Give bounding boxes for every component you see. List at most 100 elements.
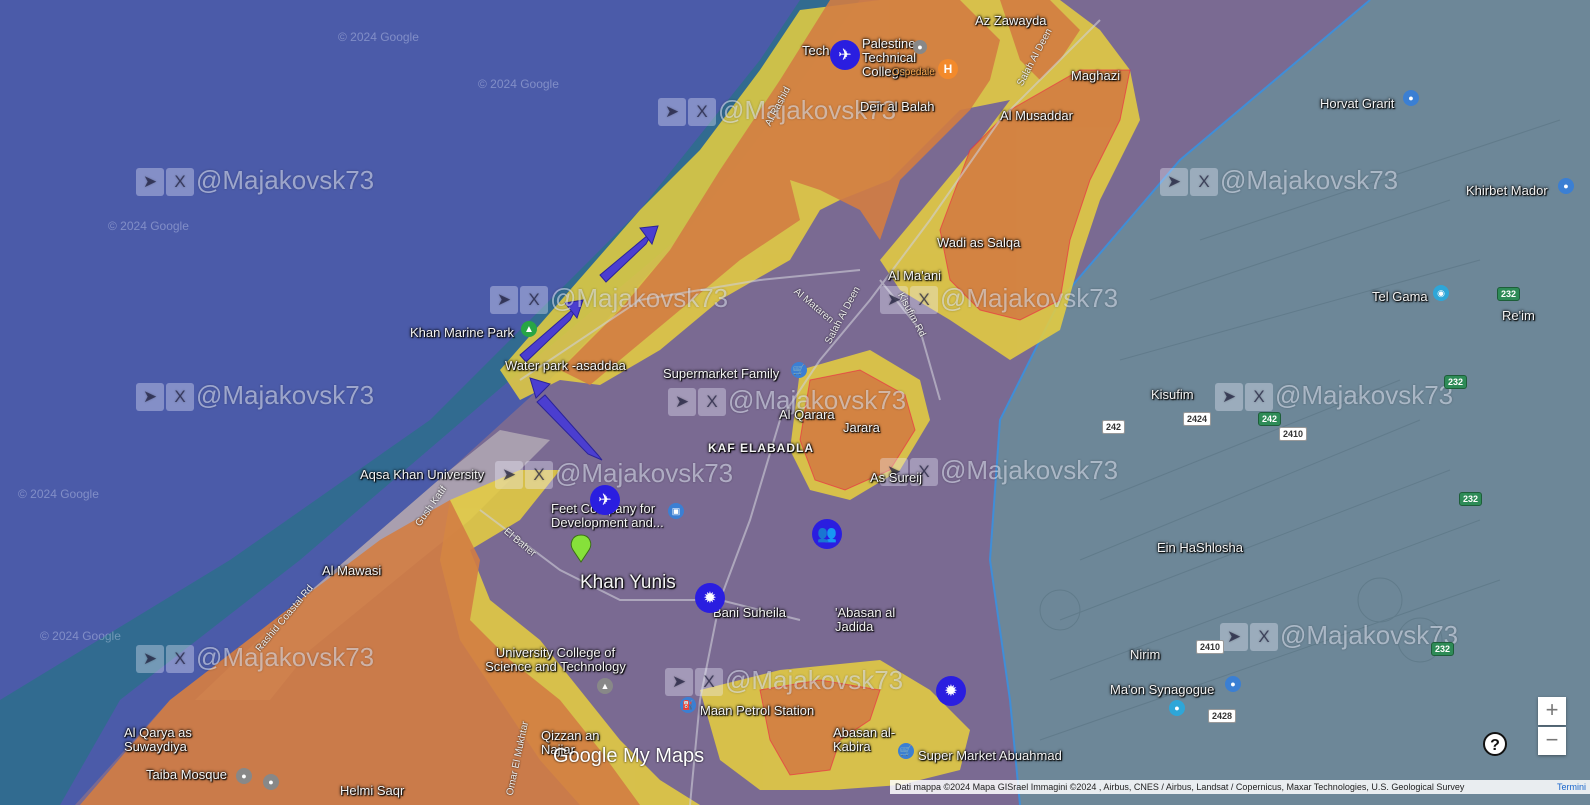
- place-label: Horvat Grarit: [1320, 96, 1395, 111]
- place-label: Al Mawasi: [322, 563, 382, 578]
- place-label: Super Market Abuahmad: [918, 748, 1062, 763]
- place-label: Al Qarya as Suwaydiya: [124, 726, 204, 754]
- place-label: Ospedale: [892, 67, 935, 78]
- drone-icon[interactable]: ✈: [590, 485, 620, 515]
- place-label: Maghazi: [1071, 68, 1121, 83]
- watermark-handle: @Majakovsk73: [725, 665, 904, 695]
- telegram-icon: ➤: [665, 668, 693, 697]
- route-shield: 232: [1431, 642, 1455, 656]
- place-label: Al Ma'ani: [888, 268, 942, 283]
- abasan-kabira-label: Abasan al-Kabira: [833, 725, 896, 754]
- abasan-jadida-label: 'Abasan al Jadida: [835, 605, 896, 634]
- place-label: Maan Petrol Station: [700, 703, 815, 718]
- school-icon[interactable]: ▲: [597, 678, 613, 694]
- copyright-text: © 2024 Google: [338, 30, 419, 44]
- place-label: Aqsa Khan University: [360, 467, 485, 482]
- zoom-in-button[interactable]: +: [1538, 697, 1566, 725]
- watermark-handle: @Majakovsk73: [940, 283, 1119, 313]
- place-label: Ein HaShlosha: [1157, 540, 1243, 555]
- shopping-cart-icon[interactable]: 🛒: [791, 362, 807, 378]
- watermark: ➤ X @Majakovsk73: [880, 283, 1119, 315]
- explosion-icon[interactable]: ✹: [695, 583, 725, 613]
- telegram-icon: ➤: [1160, 168, 1188, 197]
- watermark-handle: @Majakovsk73: [940, 455, 1119, 485]
- fuel-icon[interactable]: ⛽: [680, 697, 696, 713]
- place-label: Nirim: [1130, 647, 1161, 662]
- telegram-icon: ➤: [490, 286, 518, 315]
- place-label: Khirbet Mador: [1466, 183, 1548, 198]
- explosion-icon[interactable]: ✹: [936, 676, 966, 706]
- zoom-out-button[interactable]: −: [1538, 727, 1566, 755]
- place-label: Az Zawayda: [975, 13, 1047, 28]
- watermark-handle: @Majakovsk73: [196, 165, 375, 195]
- park-icon[interactable]: ▲: [521, 321, 537, 337]
- watermark-handle: @Majakovsk73: [1275, 380, 1454, 410]
- x-icon: X: [166, 383, 194, 412]
- telegram-icon: ➤: [136, 645, 164, 674]
- x-icon: X: [1190, 168, 1218, 197]
- place-label: Taiba Mosque: [146, 767, 227, 782]
- google-my-maps-logo: Google My Maps: [553, 745, 705, 767]
- shopping-cart-icon[interactable]: 🛒: [898, 743, 914, 759]
- copyright-text: © 2024 Google: [40, 629, 121, 643]
- al-qarya-label: Al Qarya as Suwaydiya: [124, 725, 192, 754]
- route-shield: 242: [1102, 420, 1126, 434]
- route-shield: 2424: [1183, 412, 1212, 426]
- watermark: ➤ X @Majakovsk73: [136, 165, 375, 197]
- place-label: Helmi Saqr: [340, 783, 405, 798]
- watermark-handle: @Majakovsk73: [196, 642, 375, 672]
- telegram-icon: ➤: [136, 168, 164, 197]
- telegram-icon: ➤: [1220, 623, 1248, 652]
- x-icon: X: [520, 286, 548, 315]
- place-label: Tech: [802, 43, 830, 58]
- place-label: Khan Yunis: [580, 572, 676, 593]
- place-label: Jarara: [843, 420, 880, 435]
- place-label: Deir al Balah: [860, 99, 935, 114]
- place-pin-icon[interactable]: ●: [236, 768, 252, 784]
- watermark: ➤ X @Majakovsk73: [495, 458, 734, 490]
- people-icon[interactable]: 👥: [812, 519, 842, 549]
- place-pin-icon[interactable]: ●: [913, 40, 927, 54]
- hospital-icon[interactable]: H: [938, 59, 958, 79]
- x-icon: X: [695, 668, 723, 697]
- route-shield: 232: [1497, 287, 1521, 301]
- watermark-handle: @Majakovsk73: [196, 380, 375, 410]
- university-college-label: University College of Science and Techno…: [485, 645, 626, 674]
- telegram-icon: ➤: [136, 383, 164, 412]
- watermark: ➤ X @Majakovsk73: [136, 380, 375, 412]
- place-label: Wadi as Salqa: [937, 235, 1021, 250]
- watermark: ➤ X @Majakovsk73: [490, 283, 728, 315]
- route-shield: 232: [1444, 375, 1468, 389]
- x-icon: X: [688, 98, 716, 127]
- watermark: ➤ X @Majakovsk73: [1215, 380, 1454, 412]
- terms-link[interactable]: Termini: [1557, 780, 1586, 794]
- route-shield: 2410: [1279, 427, 1308, 441]
- watermark: ➤ X @Majakovsk73: [1220, 620, 1458, 652]
- copyright-text: © 2024 Google: [18, 487, 99, 501]
- telegram-icon: ➤: [658, 98, 686, 127]
- x-icon: X: [525, 461, 553, 490]
- watermark-handle: @Majakovsk73: [555, 458, 734, 488]
- place-pin-icon[interactable]: ●: [263, 774, 279, 790]
- telegram-icon: ➤: [495, 461, 523, 490]
- attribution-text: Dati mappa ©2024 Mapa GISrael Immagini ©…: [895, 782, 1465, 792]
- location-pin-icon[interactable]: ●: [1403, 90, 1419, 106]
- x-icon: X: [166, 645, 194, 674]
- place-label: Bani Suheila: [713, 605, 786, 620]
- watermark-handle: @Majakovsk73: [1220, 165, 1399, 195]
- route-shield: 242: [1258, 412, 1282, 426]
- place-label: Ma'on Synagogue: [1110, 682, 1215, 697]
- route-shield: 2410: [1196, 640, 1225, 654]
- copyright-text: © 2024 Google: [478, 77, 559, 91]
- location-pin-icon[interactable]: ●: [1558, 178, 1574, 194]
- shopping-bag-icon[interactable]: ▣: [668, 503, 684, 519]
- place-label: KAF ELABADLA: [708, 441, 814, 455]
- attribution-bar: Dati mappa ©2024 Mapa GISrael Immagini ©…: [890, 780, 1590, 794]
- location-pin-icon[interactable]: ●: [1225, 676, 1241, 692]
- x-icon: X: [1250, 623, 1278, 652]
- camera-icon[interactable]: ◉: [1433, 285, 1449, 301]
- location-pin-icon[interactable]: ●: [1169, 700, 1185, 716]
- place-label: Al Musaddar: [1000, 108, 1073, 123]
- help-button[interactable]: ?: [1483, 732, 1507, 756]
- drone-icon[interactable]: ✈: [830, 40, 860, 70]
